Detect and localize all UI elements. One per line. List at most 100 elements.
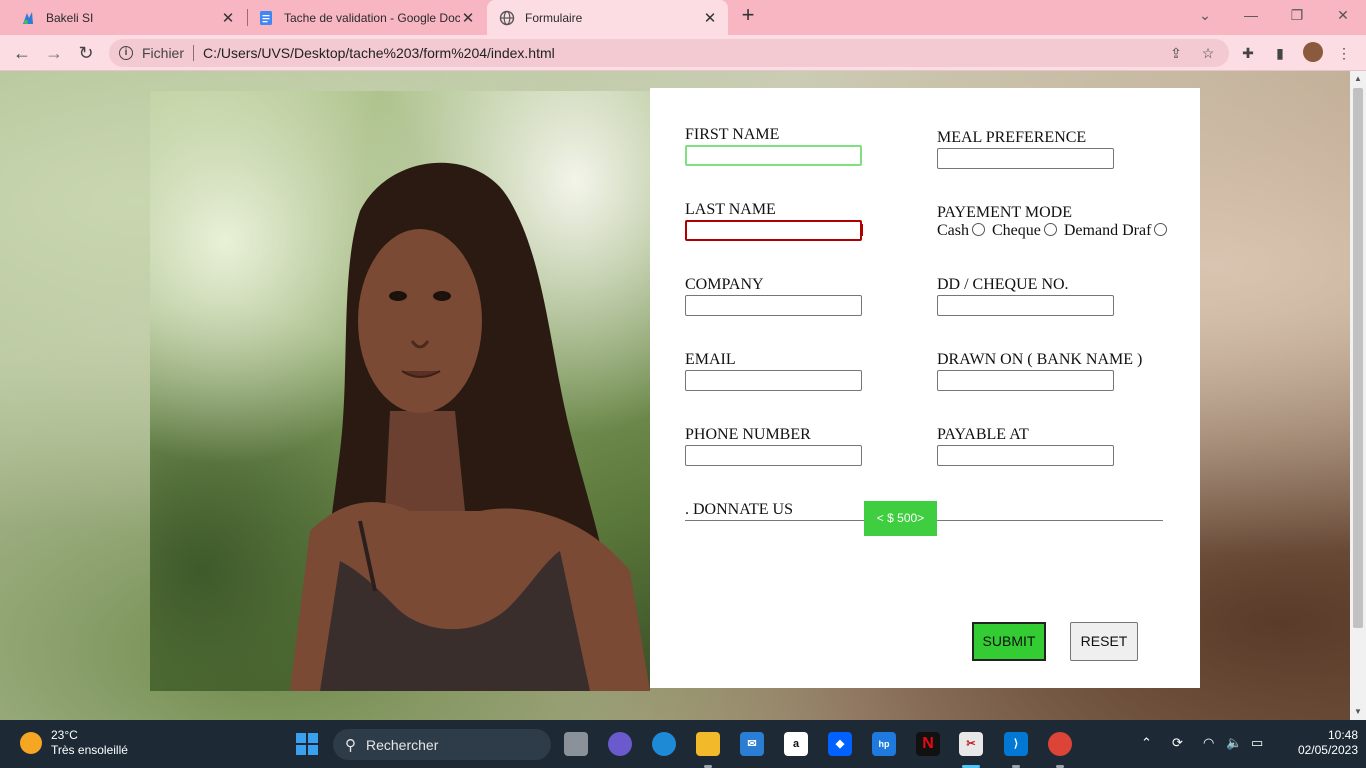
cheque-radio[interactable] [1043, 223, 1057, 237]
drawn-on-label: DRAWN ON ( BANK NAME ) [937, 351, 1143, 368]
scroll-down-icon[interactable]: ▼ [1350, 704, 1366, 720]
edge-icon[interactable] [652, 732, 676, 756]
close-icon[interactable]: ✕ [702, 9, 718, 27]
cash-label: Cash [937, 222, 969, 239]
new-tab-button[interactable]: + [736, 4, 760, 28]
file-explorer-icon[interactable] [696, 732, 720, 756]
tab-strip: Bakeli SI ✕ Tache de validation - Google… [0, 0, 1366, 35]
chevron-up-icon[interactable]: ⌃ [1141, 735, 1152, 751]
error-marker [861, 224, 863, 236]
tab-title: Tache de validation - Google Doc [284, 10, 460, 25]
demand-draft-label: Demand Draf [1063, 222, 1152, 239]
payable-at-label: PAYABLE AT [937, 426, 1029, 443]
close-window-button[interactable]: ✕ [1320, 0, 1366, 30]
company-label: COMPANY [685, 276, 764, 293]
phone-label: PHONE NUMBER [685, 426, 811, 443]
last-name-label: LAST NAME [685, 201, 776, 218]
donate-label: . DONNATE US [685, 501, 793, 518]
restore-button[interactable]: ❐ [1274, 0, 1320, 30]
task-view-icon[interactable] [564, 732, 588, 756]
myhp-icon[interactable]: hp [872, 732, 896, 756]
scheme-label: Fichier [142, 45, 185, 61]
close-icon[interactable]: ✕ [460, 9, 476, 27]
phone-input[interactable] [685, 445, 862, 466]
forward-icon[interactable]: → [42, 41, 66, 65]
google-docs-icon [260, 10, 272, 25]
cash-radio[interactable] [972, 223, 985, 237]
vscode-icon[interactable]: ⟩ [1004, 732, 1028, 756]
sidepanel-icon[interactable]: ▮ [1272, 45, 1288, 61]
chevron-down-icon[interactable]: ⌄ [1182, 0, 1228, 30]
reset-button[interactable]: RESET [1070, 622, 1138, 661]
woman-portrait-illustration [290, 162, 650, 691]
chrome-icon[interactable] [1048, 732, 1072, 756]
cheque-no-input[interactable] [937, 295, 1114, 316]
star-icon[interactable]: ☆ [1200, 45, 1216, 61]
wifi-icon[interactable]: ◠ [1203, 735, 1214, 751]
portrait-image [150, 91, 650, 691]
payment-options: Cash Cheque Demand Draf [937, 222, 1170, 240]
tab-title: Bakeli SI [46, 10, 94, 25]
payable-at-input[interactable] [937, 445, 1114, 466]
company-input[interactable] [685, 295, 862, 316]
teams-chat-icon[interactable] [608, 732, 632, 756]
email-input[interactable] [685, 370, 862, 391]
mail-icon[interactable]: ✉ [740, 732, 764, 756]
dropbox-icon[interactable]: ◆ [828, 732, 852, 756]
tab-bakeli[interactable]: Bakeli SI ✕ [0, 0, 246, 35]
avatar[interactable] [1303, 42, 1323, 62]
search-placeholder: Rechercher [366, 736, 439, 753]
last-name-input[interactable] [685, 220, 862, 241]
battery-icon[interactable]: ▭ [1251, 735, 1263, 751]
submit-button[interactable]: SUBMIT [972, 622, 1046, 661]
share-icon[interactable]: ⇪ [1168, 45, 1184, 61]
taskbar-search[interactable]: ⚲ Rechercher [333, 729, 551, 760]
cheque-no-label: DD / CHEQUE NO. [937, 276, 1069, 293]
toolbar: ← → ↻ i Fichier C:/Users/UVS/Desktop/tac… [0, 35, 1366, 71]
demand-draft-radio[interactable] [1154, 223, 1168, 237]
tab-google-doc[interactable]: Tache de validation - Google Doc ✕ [248, 0, 486, 35]
taskbar: 23°C Très ensoleillé ⚲ Rechercher ✉ a ◆ … [0, 720, 1366, 768]
info-icon[interactable]: i [119, 46, 133, 60]
weather-sun-icon [20, 732, 42, 754]
payment-mode-label: PAYEMENT MODE [937, 204, 1072, 221]
globe-icon [499, 10, 515, 25]
page-background: FIRST NAME LAST NAME COMPANY EMAIL PHONE… [0, 71, 1350, 720]
clock[interactable]: 10:48 02/05/2023 [1278, 728, 1358, 758]
first-name-input[interactable] [685, 145, 862, 166]
address-bar[interactable]: i Fichier C:/Users/UVS/Desktop/tache%203… [109, 39, 1229, 67]
email-label: EMAIL [685, 351, 736, 368]
scrollbar-thumb[interactable] [1353, 88, 1363, 628]
cheque-label: Cheque [992, 222, 1041, 239]
bakeli-icon [23, 11, 33, 24]
page-scrollbar[interactable]: ▲ ▼ [1350, 71, 1366, 720]
minimize-button[interactable]: — [1228, 0, 1274, 30]
sync-icon[interactable]: ⟳ [1172, 735, 1183, 751]
back-icon[interactable]: ← [10, 41, 34, 65]
weather-text: Très ensoleillé [51, 743, 128, 757]
drawn-on-input[interactable] [937, 370, 1114, 391]
first-name-label: FIRST NAME [685, 126, 780, 143]
url-text[interactable]: C:/Users/UVS/Desktop/tache%203/form%204/… [203, 45, 555, 61]
close-icon[interactable]: ✕ [220, 9, 236, 27]
scroll-up-icon[interactable]: ▲ [1350, 71, 1366, 87]
reload-icon[interactable]: ↻ [74, 41, 98, 65]
meal-input[interactable] [937, 148, 1114, 169]
temperature: 23°C [51, 728, 78, 742]
volume-muted-icon[interactable]: 🔈 [1226, 735, 1242, 751]
time: 10:48 [1327, 728, 1358, 742]
registration-form: FIRST NAME LAST NAME COMPANY EMAIL PHONE… [650, 88, 1200, 688]
extensions-icon[interactable]: ✚ [1240, 45, 1256, 61]
tab-formulaire[interactable]: Formulaire ✕ [487, 0, 728, 35]
divider [193, 45, 195, 61]
netflix-icon[interactable]: N [916, 732, 940, 756]
snipping-tool-icon[interactable]: ✂ [959, 732, 983, 756]
search-icon: ⚲ [345, 736, 356, 754]
amazon-icon[interactable]: a [784, 732, 808, 756]
menu-icon[interactable]: ⋮ [1336, 45, 1352, 61]
weather-widget[interactable]: 23°C Très ensoleillé [20, 728, 128, 758]
date: 02/05/2023 [1297, 743, 1358, 757]
donate-amount-button[interactable]: < $ 500> [864, 501, 937, 536]
start-icon[interactable] [296, 733, 318, 755]
tab-title: Formulaire [525, 10, 583, 25]
